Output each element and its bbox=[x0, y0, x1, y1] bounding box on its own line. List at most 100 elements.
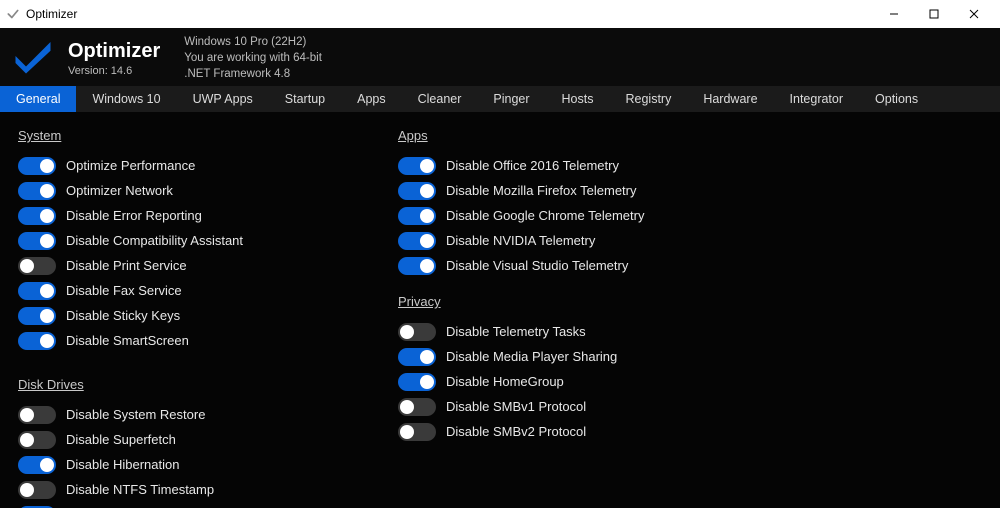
setting-row: Optimize Performance bbox=[18, 153, 398, 178]
toggle[interactable] bbox=[18, 257, 56, 275]
close-button[interactable] bbox=[954, 0, 994, 28]
setting-label: Disable Compatibility Assistant bbox=[66, 233, 243, 248]
tab-bar: GeneralWindows 10UWP AppsStartupAppsClea… bbox=[0, 86, 1000, 112]
toggle[interactable] bbox=[18, 307, 56, 325]
toggle[interactable] bbox=[18, 481, 56, 499]
system-info: Windows 10 Pro (22H2) You are working wi… bbox=[184, 34, 322, 82]
tab-options[interactable]: Options bbox=[859, 86, 934, 112]
setting-row: Disable Media Player Sharing bbox=[398, 344, 778, 369]
setting-label: Disable Google Chrome Telemetry bbox=[446, 208, 644, 223]
tab-cleaner[interactable]: Cleaner bbox=[402, 86, 478, 112]
setting-label: Disable Print Service bbox=[66, 258, 187, 273]
toggle[interactable] bbox=[398, 257, 436, 275]
tab-general[interactable]: General bbox=[0, 86, 76, 112]
setting-row: Disable Visual Studio Telemetry bbox=[398, 253, 778, 278]
header: Optimizer Version: 14.6 Windows 10 Pro (… bbox=[0, 28, 1000, 86]
setting-row: Disable Error Reporting bbox=[18, 203, 398, 228]
setting-label: Disable Fax Service bbox=[66, 283, 182, 298]
logo-checkmark-icon bbox=[12, 37, 54, 80]
setting-row: Disable Print Service bbox=[18, 253, 398, 278]
setting-label: Disable Telemetry Tasks bbox=[446, 324, 586, 339]
toggle[interactable] bbox=[18, 406, 56, 424]
setting-label: Disable SmartScreen bbox=[66, 333, 189, 348]
dotnet-line: .NET Framework 4.8 bbox=[184, 66, 322, 82]
section-privacy: Privacy bbox=[398, 294, 778, 309]
os-line: Windows 10 Pro (22H2) bbox=[184, 34, 322, 50]
tab-integrator[interactable]: Integrator bbox=[774, 86, 860, 112]
tab-hosts[interactable]: Hosts bbox=[546, 86, 610, 112]
toggle[interactable] bbox=[398, 207, 436, 225]
tab-windows-10[interactable]: Windows 10 bbox=[76, 86, 176, 112]
setting-row: Disable HomeGroup bbox=[398, 369, 778, 394]
app-version: Version: 14.6 bbox=[68, 65, 160, 77]
setting-row: Disable Mozilla Firefox Telemetry bbox=[398, 178, 778, 203]
setting-label: Optimize Performance bbox=[66, 158, 195, 173]
toggle[interactable] bbox=[18, 157, 56, 175]
app-name: Optimizer bbox=[68, 40, 160, 63]
setting-row: Disable SMBv1 Protocol bbox=[398, 394, 778, 419]
toggle[interactable] bbox=[398, 182, 436, 200]
tab-registry[interactable]: Registry bbox=[609, 86, 687, 112]
tab-apps[interactable]: Apps bbox=[341, 86, 402, 112]
toggle[interactable] bbox=[398, 232, 436, 250]
setting-label: Disable Hibernation bbox=[66, 457, 179, 472]
maximize-button[interactable] bbox=[914, 0, 954, 28]
content-area: System Optimize PerformanceOptimizer Net… bbox=[0, 112, 1000, 508]
tab-hardware[interactable]: Hardware bbox=[687, 86, 773, 112]
setting-row: Disable SMBv2 Protocol bbox=[398, 419, 778, 444]
window-title: Optimizer bbox=[26, 7, 77, 21]
setting-label: Disable NTFS Timestamp bbox=[66, 482, 214, 497]
toggle[interactable] bbox=[398, 373, 436, 391]
setting-label: Disable SMBv2 Protocol bbox=[446, 424, 586, 439]
setting-label: Disable Office 2016 Telemetry bbox=[446, 158, 619, 173]
setting-label: Optimizer Network bbox=[66, 183, 173, 198]
toggle[interactable] bbox=[18, 282, 56, 300]
setting-label: Disable Visual Studio Telemetry bbox=[446, 258, 628, 273]
toggle[interactable] bbox=[398, 398, 436, 416]
titlebar: Optimizer bbox=[0, 0, 1000, 28]
arch-line: You are working with 64-bit bbox=[184, 50, 322, 66]
setting-row: Disable Telemetry Tasks bbox=[398, 319, 778, 344]
toggle[interactable] bbox=[18, 332, 56, 350]
tab-pinger[interactable]: Pinger bbox=[477, 86, 545, 112]
toggle[interactable] bbox=[398, 423, 436, 441]
toggle[interactable] bbox=[18, 182, 56, 200]
setting-row: Disable Search bbox=[18, 502, 398, 508]
toggle[interactable] bbox=[18, 232, 56, 250]
setting-label: Disable HomeGroup bbox=[446, 374, 564, 389]
setting-label: Disable Error Reporting bbox=[66, 208, 202, 223]
section-disk-drives: Disk Drives bbox=[18, 377, 398, 392]
toggle[interactable] bbox=[398, 348, 436, 366]
minimize-button[interactable] bbox=[874, 0, 914, 28]
left-column: System Optimize PerformanceOptimizer Net… bbox=[18, 122, 398, 498]
app-icon bbox=[6, 7, 20, 21]
setting-row: Disable Hibernation bbox=[18, 452, 398, 477]
setting-row: Disable Superfetch bbox=[18, 427, 398, 452]
setting-row: Disable Google Chrome Telemetry bbox=[398, 203, 778, 228]
setting-row: Disable Compatibility Assistant bbox=[18, 228, 398, 253]
toggle[interactable] bbox=[398, 157, 436, 175]
setting-row: Disable Sticky Keys bbox=[18, 303, 398, 328]
setting-label: Disable SMBv1 Protocol bbox=[446, 399, 586, 414]
right-column: Apps Disable Office 2016 Telemetry Disabl… bbox=[398, 122, 778, 498]
setting-label: Disable Mozilla Firefox Telemetry bbox=[446, 183, 637, 198]
setting-row: Disable NVIDIA Telemetry bbox=[398, 228, 778, 253]
toggle[interactable] bbox=[18, 431, 56, 449]
setting-row: Disable NTFS Timestamp bbox=[18, 477, 398, 502]
toggle[interactable] bbox=[18, 207, 56, 225]
setting-row: Disable Fax Service bbox=[18, 278, 398, 303]
tab-startup[interactable]: Startup bbox=[269, 86, 341, 112]
toggle[interactable] bbox=[398, 323, 436, 341]
setting-row: Disable System Restore bbox=[18, 402, 398, 427]
tab-uwp-apps[interactable]: UWP Apps bbox=[177, 86, 269, 112]
toggle[interactable] bbox=[18, 456, 56, 474]
section-apps: Apps bbox=[398, 128, 778, 143]
setting-label: Disable System Restore bbox=[66, 407, 205, 422]
setting-label: Disable Media Player Sharing bbox=[446, 349, 617, 364]
setting-row: Disable SmartScreen bbox=[18, 328, 398, 353]
setting-row: Disable Office 2016 Telemetry bbox=[398, 153, 778, 178]
setting-row: Optimizer Network bbox=[18, 178, 398, 203]
setting-label: Disable Superfetch bbox=[66, 432, 176, 447]
setting-label: Disable Sticky Keys bbox=[66, 308, 180, 323]
setting-label: Disable NVIDIA Telemetry bbox=[446, 233, 595, 248]
